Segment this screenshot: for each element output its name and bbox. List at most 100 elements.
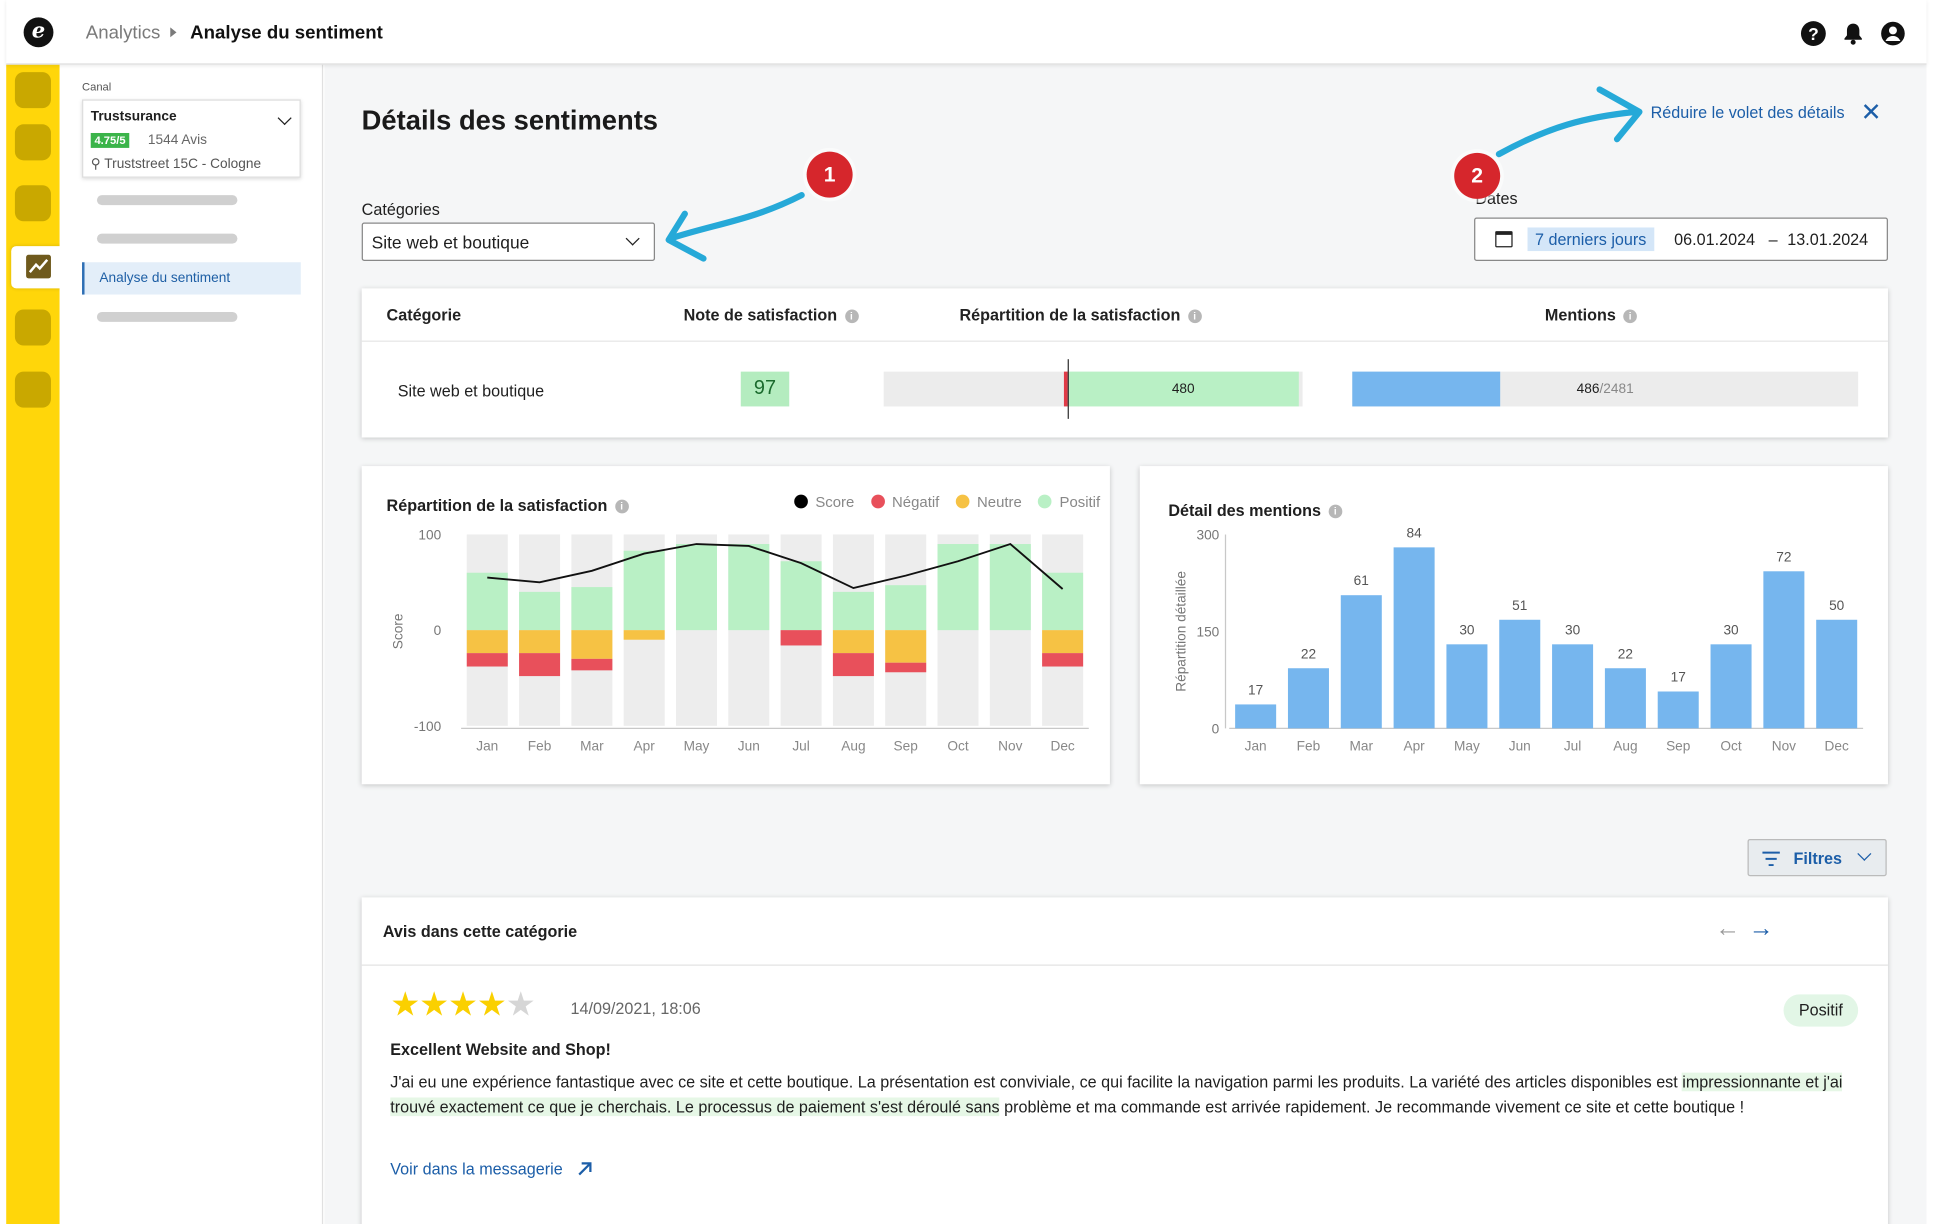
data-label: 30 [1459, 622, 1475, 637]
reviews-panel: Avis dans cette catégorie ← → ★★★★★ 14/0… [361, 897, 1888, 1224]
data-label: 22 [1301, 646, 1316, 661]
star-filled-icon: ★ [419, 985, 449, 1023]
review-date: 14/09/2021, 18:06 [570, 999, 701, 1018]
mentions-count: 486 [1576, 381, 1600, 397]
mentions-bar [1499, 619, 1541, 729]
rail-item-6[interactable] [14, 371, 51, 408]
account-icon[interactable] [1881, 21, 1906, 46]
channel-selector[interactable]: Trustsurance 4.75/5 1544 Avis ⚲ Truststr… [82, 99, 301, 178]
data-label: 84 [1407, 525, 1423, 540]
rail-item-analytics[interactable] [11, 246, 66, 289]
table-divider [361, 340, 1888, 342]
rail-item-3[interactable] [14, 185, 51, 222]
column-header-mentions: Mentions i [1544, 305, 1637, 325]
x-tick-label: Feb [1297, 739, 1321, 754]
x-tick-label: Aug [841, 739, 865, 754]
mentions-chart-card: Détail des mentions i 300 150 0 Répartition … [1139, 466, 1888, 785]
trend-chart-icon [26, 254, 51, 279]
mentions-bar [1235, 704, 1277, 729]
category-table: Catégorie Note de satisfaction i Répartit… [361, 288, 1888, 438]
x-tick-label: Oct [947, 739, 968, 754]
info-icon[interactable]: i [1623, 309, 1637, 324]
column-header-category: Catégorie [387, 306, 462, 325]
star-filled-icon: ★ [447, 985, 478, 1023]
y-tick-label: -100 [414, 719, 442, 734]
bar-positive [623, 550, 665, 631]
previous-arrow-icon[interactable]: ← [1715, 915, 1740, 944]
mentions-bar [1446, 644, 1488, 729]
mentions-value: 486/2481 [1352, 372, 1858, 407]
x-tick-label: Mar [1350, 739, 1374, 754]
review-body-start: J'ai eu une expérience fantastique avec … [390, 1072, 1683, 1092]
x-tick-label: Apr [1403, 739, 1425, 754]
bar-negative [1042, 653, 1084, 667]
rail-item-5[interactable] [14, 309, 51, 346]
top-bar: e Analytics Analyse du sentiment ? [6, 0, 1927, 65]
info-icon[interactable]: i [844, 309, 859, 324]
channel-address: ⚲ Truststreet 15C - Cologne [90, 155, 262, 172]
bar-positive [466, 572, 508, 631]
y-tick-label: 0 [1212, 721, 1220, 736]
rating-badge: 4.75/5 [90, 132, 130, 148]
bar-neutral [571, 630, 613, 659]
rail-item-1[interactable] [14, 72, 51, 109]
x-tick-label: Dec [1050, 739, 1074, 754]
filters-button[interactable]: Filtres [1747, 838, 1887, 877]
bar-negative [571, 658, 613, 671]
mentions-bar [1657, 691, 1699, 729]
sidebar: Canal Trustsurance 4.75/5 1544 Avis ⚲ Tr… [59, 64, 324, 1224]
sidebar-placeholder [96, 233, 238, 244]
rail-item-2[interactable] [14, 124, 51, 161]
channel-address-text: Truststreet 15C - Cologne [104, 156, 262, 172]
app-rail [6, 64, 66, 1224]
bar-negative [780, 630, 822, 646]
x-tick-label: Dec [1825, 739, 1849, 754]
bar-positive [675, 544, 717, 631]
bar-neutral [832, 630, 874, 654]
next-arrow-icon[interactable]: → [1749, 915, 1774, 944]
viewport: e Analytics Analyse du sentiment ? Canal… [0, 0, 1939, 1224]
x-tick-label: Apr [634, 739, 656, 754]
location-pin-icon: ⚲ [90, 156, 105, 172]
column-header-category-text: Catégorie [386, 305, 462, 325]
help-icon[interactable]: ? [1800, 21, 1826, 46]
x-tick-label: Sep [894, 739, 919, 754]
x-tick-label: Jun [1509, 739, 1531, 754]
bar-neutral [623, 630, 665, 640]
x-tick-label: Aug [1613, 739, 1637, 754]
distribution-zero-line [1067, 359, 1069, 419]
data-label: 22 [1618, 646, 1633, 661]
annotation-arrows [665, 86, 1643, 262]
bar-negative [519, 653, 561, 677]
annotation-arrow-2 [1495, 108, 1639, 158]
bell-icon[interactable] [1841, 21, 1866, 46]
open-in-inbox-link[interactable]: Voir dans la messagerie [390, 1160, 593, 1178]
annotation-arrow-1 [666, 192, 805, 242]
info-icon[interactable]: i [1187, 309, 1202, 324]
column-header-distribution-text: Répartition de la satisfaction [959, 305, 1181, 325]
bar-positive [885, 585, 927, 631]
column-header-score: Note de satisfaction i [684, 306, 859, 324]
app-logo[interactable]: e [23, 17, 54, 48]
column-header-mentions-text: Mentions [1544, 305, 1616, 325]
mentions-bar [1763, 571, 1805, 729]
y-tick-label: 100 [418, 527, 441, 542]
breadcrumb-caret-icon [170, 27, 177, 38]
sidebar-item-sentiment[interactable]: Analyse du sentiment [82, 262, 301, 295]
star-filled-icon: ★ [390, 985, 420, 1023]
x-tick-label: May [684, 739, 710, 754]
bar-positive [1042, 572, 1084, 631]
x-tick-label: Nov [998, 739, 1022, 754]
data-label: 72 [1776, 549, 1791, 564]
satisfaction-chart-card: Répartition de la satisfaction i Score Né… [361, 466, 1110, 785]
breadcrumb-parent[interactable]: Analytics [86, 22, 161, 43]
x-tick-label: Jul [792, 739, 809, 754]
data-label: 50 [1829, 598, 1845, 613]
reviews-title: Avis dans cette catégorie [382, 922, 578, 941]
satisfaction-chart: 100 0 -100 Score Jan Feb Mar Apr May Jun Jul Aug Sep… [391, 527, 1089, 754]
star-rating: ★★★★★ [390, 985, 536, 1023]
review-body-end: problème et ma commande est arrivée rapi… [999, 1097, 1745, 1117]
y-tick-label: 0 [434, 623, 442, 638]
mentions-bar [1393, 547, 1435, 729]
bar-neutral [1042, 630, 1084, 654]
